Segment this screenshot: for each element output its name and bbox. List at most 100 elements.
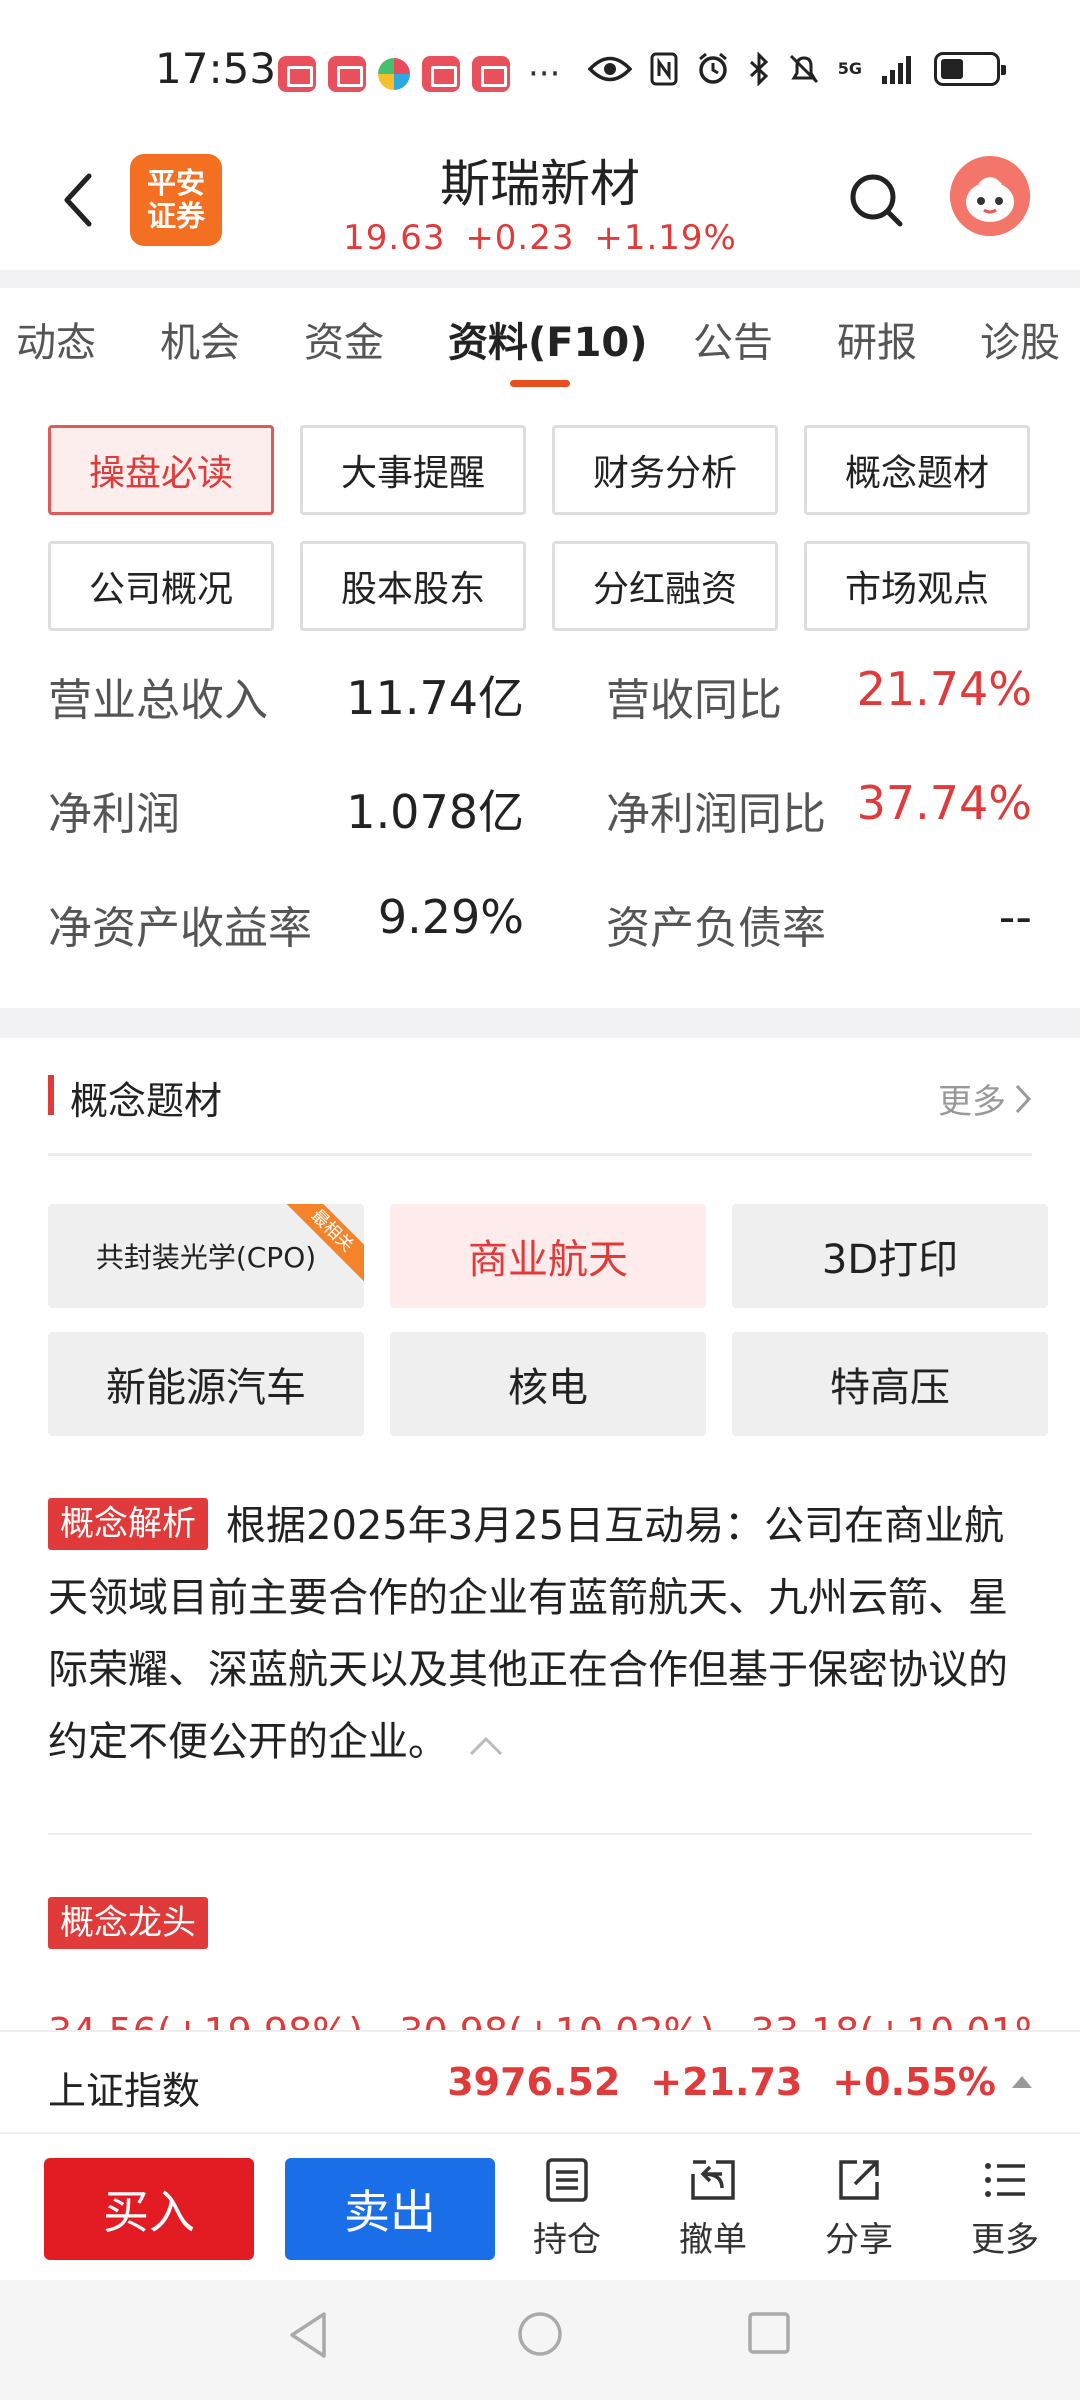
leader-quote[interactable]: 34.56(+19.98%): [48, 2010, 363, 2030]
f10-button-market-views[interactable]: 市场观点: [804, 541, 1030, 631]
metric-value: 37.74%: [856, 776, 1032, 830]
financial-row: 净利润 1.078亿 净利润同比 37.74%: [48, 770, 1032, 840]
holdings-icon: [546, 2158, 588, 2202]
nav-recents-icon[interactable]: [746, 2310, 792, 2356]
metric-label: 净利润: [48, 789, 180, 840]
analysis-tag: 概念解析: [48, 1498, 208, 1550]
concept-chip[interactable]: 核电: [390, 1332, 706, 1436]
leader-quote[interactable]: 30.98(+10.02%): [399, 2010, 714, 2030]
system-icons: 5G: [587, 52, 1006, 86]
nav-back-icon[interactable]: [286, 2310, 330, 2360]
metric-value: 1.078亿: [346, 785, 524, 839]
more-button[interactable]: 更多: [950, 2156, 1060, 2261]
more-link[interactable]: 更多: [938, 1074, 1032, 1123]
tab-research[interactable]: 研报: [837, 310, 917, 368]
index-values: 3976.52 +21.73 +0.55%: [447, 2060, 1032, 2104]
metric-label: 资产负债率: [606, 903, 826, 954]
concept-chip[interactable]: 共封装光学(CPO) 最相关: [48, 1204, 364, 1308]
nfc-icon: [650, 52, 678, 86]
concept-chip[interactable]: 特高压: [732, 1332, 1048, 1436]
tab-f10[interactable]: 资料(F10): [448, 310, 648, 368]
metric-label: 净利润同比: [606, 789, 826, 840]
concept-chip[interactable]: 新能源汽车: [48, 1332, 364, 1436]
metric-label: 净资产收益率: [48, 903, 312, 954]
search-icon[interactable]: [846, 170, 906, 230]
stock-quote: 19.63 +0.23 +1.19%: [0, 218, 1080, 258]
app-notification-icon: [278, 56, 316, 92]
expand-up-icon[interactable]: [1012, 2076, 1032, 2088]
stock-price: 19.63: [343, 218, 446, 258]
concept-analysis: 概念解析 根据2025年3月25日互动易：公司在商业航天领域目前主要合作的企业有蓝…: [48, 1490, 1038, 1780]
stock-change: +0.23: [465, 218, 575, 258]
index-ticker[interactable]: 上证指数 3976.52 +21.73 +0.55%: [0, 2030, 1080, 2134]
metric-value: --: [998, 890, 1032, 944]
f10-button-financial-analysis[interactable]: 财务分析: [552, 425, 778, 515]
battery-icon: [934, 52, 1006, 86]
stock-name: 斯瑞新材: [440, 155, 640, 213]
holdings-button[interactable]: 持仓: [512, 2156, 622, 2261]
signal-icon: [882, 56, 911, 84]
index-change-pct: +0.55%: [832, 2060, 996, 2104]
tool-label: 分享: [825, 2220, 893, 2260]
metric-label: 营业总收入: [48, 675, 268, 726]
stock-tabs: 动态 机会 资金 资料(F10) 公告 研报 诊股: [0, 288, 1080, 388]
status-bar: 17:53 ··· 5G: [0, 0, 1080, 140]
f10-button-company-profile[interactable]: 公司概况: [48, 541, 274, 631]
assistant-avatar-icon[interactable]: [950, 156, 1030, 236]
concept-leaders: 34.56(+19.98%) 30.98(+10.02%) 33.18(+10.…: [48, 2010, 1032, 2030]
sell-button[interactable]: 卖出: [285, 2158, 495, 2260]
metric-value: 11.74亿: [346, 671, 524, 725]
section-gap: [0, 270, 1080, 288]
f10-button-events[interactable]: 大事提醒: [300, 425, 526, 515]
eye-icon: [587, 56, 632, 82]
app-notification-icon: [472, 56, 510, 92]
f10-button-concepts[interactable]: 概念题材: [804, 425, 1030, 515]
stock-change-pct: +1.19%: [594, 218, 737, 258]
f10-button-trading-essentials[interactable]: 操盘必读: [48, 425, 274, 515]
tab-announcements[interactable]: 公告: [693, 310, 773, 368]
concept-chip[interactable]: 商业航天: [390, 1204, 706, 1308]
section-title: 概念题材: [70, 1079, 223, 1123]
f10-button-shareholders[interactable]: 股本股东: [300, 541, 526, 631]
system-nav-bar: [0, 2280, 1080, 2400]
app-notification-icon: [378, 58, 410, 90]
tool-label: 撤单: [679, 2220, 747, 2260]
leader-quote[interactable]: 33.18(+10.01%): [751, 2010, 1032, 2030]
menu-icon: [985, 2163, 1025, 2197]
divider: [48, 1833, 1032, 1835]
tab-funds[interactable]: 资金: [304, 310, 384, 368]
alarm-icon: [698, 52, 727, 84]
active-tab-indicator: [510, 380, 570, 387]
index-name: 上证指数: [48, 2069, 201, 2113]
chevron-right-icon: [1015, 1084, 1032, 1113]
cancel-order-button[interactable]: 撤单: [658, 2156, 768, 2261]
concept-leader-tag: 概念龙头: [48, 1897, 208, 1949]
buy-button[interactable]: 买入: [44, 2158, 254, 2260]
index-change: +21.73: [650, 2060, 803, 2104]
metric-value: 21.74%: [856, 662, 1032, 716]
section-gap: [0, 1008, 1080, 1038]
nav-home-icon[interactable]: [516, 2310, 564, 2358]
notification-icons: ···: [278, 54, 560, 94]
app-notification-icon: [422, 56, 460, 92]
tab-diagnosis[interactable]: 诊股: [980, 310, 1060, 368]
share-button[interactable]: 分享: [804, 2156, 914, 2261]
tab-news[interactable]: 动态: [16, 310, 96, 368]
more-notifications-icon: ···: [528, 54, 561, 94]
tab-opportunity[interactable]: 机会: [160, 310, 240, 368]
index-value: 3976.52: [447, 2060, 621, 2104]
f10-button-grid: 操盘必读 大事提醒 财务分析 概念题材 公司概况 股本股东 分红融资 市场观点: [48, 425, 1032, 631]
more-label: 更多: [938, 1082, 1006, 1122]
concept-chip[interactable]: 3D打印: [732, 1204, 1048, 1308]
app-notification-icon: [328, 56, 366, 92]
chip-label: 共封装光学(CPO): [95, 1241, 317, 1274]
metric-value: 9.29%: [377, 890, 524, 944]
concept-chips: 共封装光学(CPO) 最相关 商业航天 3D打印 新能源汽车 核电 特高压: [48, 1204, 1048, 1436]
mute-icon: [789, 54, 818, 84]
section-accent-bar: [48, 1075, 54, 1115]
status-time: 17:53: [155, 44, 277, 93]
metric-label: 营收同比: [606, 675, 782, 726]
f10-button-dividends[interactable]: 分红融资: [552, 541, 778, 631]
collapse-icon[interactable]: [468, 1708, 504, 1780]
tool-label: 更多: [971, 2220, 1039, 2260]
